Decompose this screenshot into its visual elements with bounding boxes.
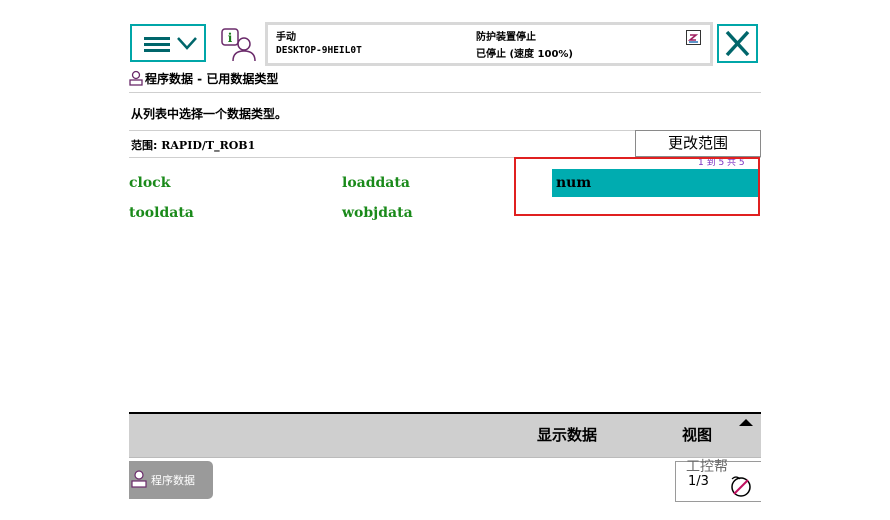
- view-menu-button[interactable]: 视图: [682, 424, 712, 445]
- scope-value: RAPID/T_ROB1: [161, 139, 256, 152]
- datatype-item-loaddata[interactable]: loaddata: [342, 169, 410, 197]
- close-icon: [725, 30, 750, 57]
- flexpendant-screen: i 手动 DESKTOP-9HEIL0T 防护装置停止 已停止 (速度 100%…: [129, 16, 761, 504]
- change-scope-button[interactable]: 更改范围: [635, 130, 761, 157]
- hamburger-icon: [144, 37, 170, 52]
- view-menu-arrow-icon: [739, 419, 753, 426]
- show-data-button[interactable]: 显示数据: [537, 424, 597, 445]
- page-header: 程序数据 - 已用数据类型: [129, 68, 761, 93]
- taskbar-program-data-label: 程序数据: [151, 474, 195, 487]
- datatype-item-wobjdata[interactable]: wobjdata: [342, 199, 413, 227]
- run-state: 已停止 (速度 100%): [476, 49, 573, 60]
- operator-info-icon[interactable]: i: [220, 27, 258, 63]
- top-bar: i 手动 DESKTOP-9HEIL0T 防护装置停止 已停止 (速度 100%…: [129, 16, 761, 68]
- quickset-button[interactable]: 工控帮 1/3: [675, 459, 761, 502]
- instruction-text: 从列表中选择一个数据类型。: [131, 107, 288, 121]
- scope-display: 范围: RAPID/T_ROB1: [131, 137, 255, 153]
- status-bar[interactable]: 手动 DESKTOP-9HEIL0T 防护装置停止 已停止 (速度 100%): [265, 22, 713, 66]
- chevron-down-icon: [177, 37, 197, 50]
- quickset-speed-fraction: 1/3: [688, 474, 709, 489]
- datatype-item-clock[interactable]: clock: [129, 169, 170, 197]
- list-pager: 1 到 5 共 5: [698, 158, 745, 168]
- svg-text:i: i: [228, 31, 233, 45]
- watermark-text: 工控帮: [686, 459, 728, 475]
- controller-name: DESKTOP-9HEIL0T: [276, 45, 362, 56]
- scope-row: 范围: RAPID/T_ROB1 更改范围: [129, 130, 761, 158]
- task-bar: 程序数据 工控帮 1/3: [129, 457, 761, 504]
- datatype-item-num[interactable]: num: [552, 169, 758, 197]
- quickset-robot-icon: [731, 476, 751, 497]
- main-menu-button[interactable]: [130, 24, 206, 62]
- close-button[interactable]: [717, 24, 758, 63]
- program-data-icon: [129, 70, 143, 86]
- command-bar: 显示数据 视图: [129, 412, 761, 457]
- safety-status: 防护装置停止: [476, 32, 536, 43]
- operating-mode: 手动: [276, 32, 296, 43]
- taskbar-program-data[interactable]: 程序数据: [129, 461, 213, 499]
- page-title: 程序数据 - 已用数据类型: [145, 72, 279, 86]
- datatype-item-tooldata[interactable]: tooldata: [129, 199, 194, 227]
- scope-label: 范围:: [131, 139, 158, 152]
- event-log-icon[interactable]: [686, 30, 701, 45]
- program-data-task-icon: [131, 470, 147, 488]
